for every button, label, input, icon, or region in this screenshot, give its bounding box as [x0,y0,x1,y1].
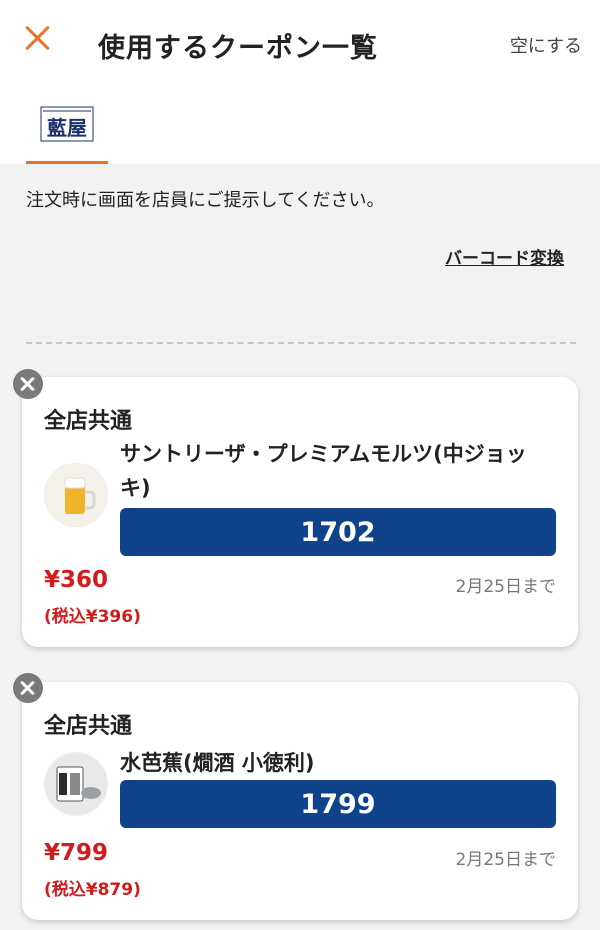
beer-image [44,463,108,527]
tab-active-indicator [26,161,108,164]
coupon-code: 1702 [120,508,556,556]
coupon-price-tax: (税込¥396) [44,607,141,627]
coupon-price: ¥360 [44,567,109,593]
tab-logo-text: 藍屋 [47,116,87,140]
aiya-logo: 藍屋 [40,106,94,142]
barcode-convert-link[interactable]: バーコード変換 [445,244,564,269]
clear-button[interactable]: 空にする [510,32,582,58]
coupon-expiry: 2月25日まで [455,577,556,597]
coupon-store: 全店共通 [44,714,133,739]
coupon-store: 全店共通 [44,409,133,434]
coupon-price: ¥799 [44,840,109,866]
coupon-code: 1799 [120,780,556,828]
coupon-price-tax: (税込¥879) [44,880,141,900]
close-icon[interactable] [24,24,52,52]
sake-image [44,752,108,816]
coupon-expiry: 2月25日まで [455,850,556,870]
divider [26,342,576,344]
coupon-card[interactable]: 全店共通 水芭蕉(燗酒 小徳利) 1799 ¥799 (税込¥879) 2月25… [22,682,578,920]
store-tab-bar: 藍屋 [0,90,600,164]
page-title: 使用するクーポン一覧 [98,33,378,64]
remove-coupon-icon[interactable] [13,673,43,703]
remove-coupon-icon[interactable] [13,369,43,399]
tab-aiya[interactable]: 藍屋 [26,90,108,164]
app-header: 使用するクーポン一覧 空にする [0,0,600,90]
coupon-item-name: サントリーザ・プレミアムモルツ(中ジョッキ) [120,442,527,500]
coupon-card[interactable]: 全店共通 サントリーザ・プレミアムモルツ(中ジョッキ) 1702 ¥360 (税… [22,377,578,647]
coupon-item-name: 水芭蕉(燗酒 小徳利) [120,751,315,775]
instruction-text: 注文時に画面を店員にご提示してください。 [26,190,385,211]
